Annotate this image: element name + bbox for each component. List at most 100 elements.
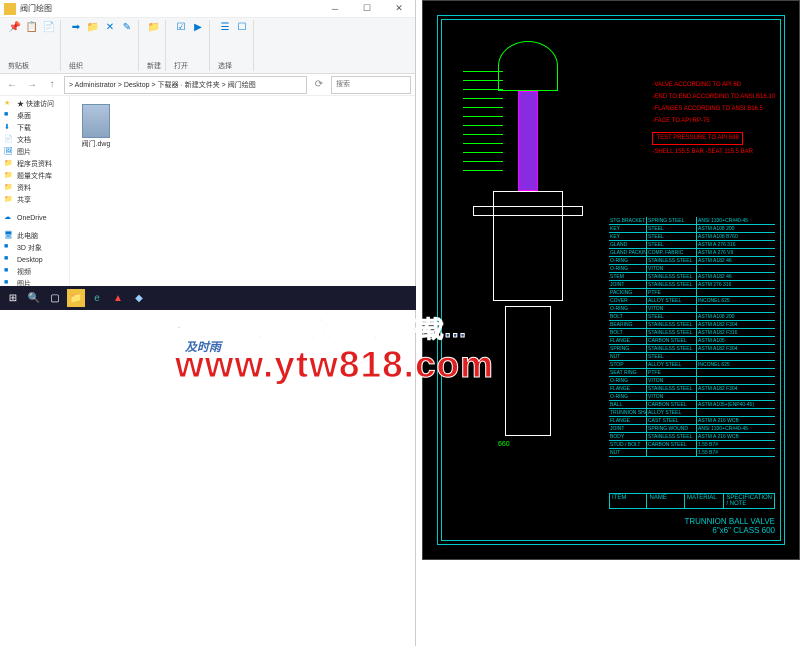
sidebar-item[interactable]: ■桌面 xyxy=(2,110,67,122)
up-button[interactable]: ↑ xyxy=(44,77,60,93)
ribbon-clipboard: 📌 📋 📄 剪贴板 xyxy=(4,20,61,71)
valve-drawing: 660 xyxy=(463,31,593,491)
sidebar-item[interactable]: ■视频 xyxy=(2,266,67,278)
bom-row: STOPALLOY STEELINCONEL 625 xyxy=(609,361,775,369)
nav-sidebar: ★★ 快速访问 ■桌面 ⬇下载 📄文档 🖼图片 📁程序员资料 📁题量文件库 📁资… xyxy=(0,96,70,296)
bom-row: BEARINGSTAINLESS STEELASTM A182 F304 xyxy=(609,321,775,329)
bom-row: O-RINGVITON xyxy=(609,377,775,385)
bom-row: NUTSTEEL xyxy=(609,353,775,361)
drawing-subtitle: 6"x6" CLASS 600 xyxy=(684,526,775,535)
note-line: -FLANGES ACCORDING TO ANSI B16.5 xyxy=(652,105,775,114)
task-view-icon[interactable]: ▢ xyxy=(46,289,64,307)
file-item[interactable]: 阀门.dwg xyxy=(78,104,114,149)
valve-handwheel xyxy=(498,41,558,91)
window-titlebar: 阀门绘图 ─ ☐ ✕ xyxy=(0,0,415,18)
bom-row: KEYSTEELASTM A108 B760 xyxy=(609,233,775,241)
bom-col-item: ITEM xyxy=(610,494,647,508)
rename-icon[interactable]: ✎ xyxy=(120,20,134,34)
new-folder-icon[interactable]: 📁 xyxy=(147,20,161,34)
ribbon-open: ☑ ▶ 打开 xyxy=(170,20,210,71)
open-icon[interactable]: ▶ xyxy=(191,20,205,34)
bom-row: KEYSTEELASTM A108 200 xyxy=(609,225,775,233)
bom-col-material: MATERIAL xyxy=(685,494,724,508)
breadcrumb[interactable]: > Administrator > Desktop > 下载器 · 新建文件夹 … xyxy=(64,76,307,94)
valve-lower-body xyxy=(505,306,551,436)
sidebar-item[interactable]: ⬇下载 xyxy=(2,122,67,134)
refresh-button[interactable]: ⟳ xyxy=(311,77,327,93)
sidebar-onedrive[interactable]: ☁OneDrive xyxy=(2,212,67,224)
minimize-button[interactable]: ─ xyxy=(323,2,347,16)
maximize-button[interactable]: ☐ xyxy=(355,2,379,16)
sidebar-item[interactable]: 📁程序员资料 xyxy=(2,158,67,170)
file-explorer-window: 阀门绘图 ─ ☐ ✕ 📌 📋 📄 剪贴板 ➡ 📁 ✕ xyxy=(0,0,415,310)
start-button[interactable]: ⊞ xyxy=(4,289,22,307)
delete-icon[interactable]: ✕ xyxy=(103,20,117,34)
test-line: -SHELL 155.5 BAR -SEAT 115.5 BAR xyxy=(652,148,775,157)
bom-row: SPRINGSTAINLESS STEELASTM A182 F304 xyxy=(609,345,775,353)
edge-icon[interactable]: e xyxy=(88,289,106,307)
bom-row: BOLTSTAINLESS STEELASTM A182 F316 xyxy=(609,329,775,337)
app-icon[interactable]: ◆ xyxy=(130,289,148,307)
app-icon[interactable]: ▲ xyxy=(109,289,127,307)
ribbon-new: 📁 新建 xyxy=(143,20,166,71)
copy-icon[interactable]: 📋 xyxy=(25,20,39,34)
properties-icon[interactable]: ☑ xyxy=(174,20,188,34)
sidebar-item[interactable]: ■3D 对象 xyxy=(2,242,67,254)
drawing-title: TRUNNION BALL VALVE xyxy=(684,517,775,526)
note-line: -VALVE ACCORDING TO API 6D xyxy=(652,81,775,90)
sidebar-item[interactable]: 📄文档 xyxy=(2,134,67,146)
bom-row: O-RINGVITON xyxy=(609,265,775,273)
file-list-area[interactable]: 阀门.dwg xyxy=(70,96,415,296)
close-button[interactable]: ✕ xyxy=(387,2,411,16)
valve-stem xyxy=(518,91,538,191)
drawing-notes: -VALVE ACCORDING TO API 6D -END TO END A… xyxy=(652,81,775,160)
bom-row: O-RINGSTAINLESS STEELASTM A182 46 xyxy=(609,257,775,265)
bom-row: STEMSTAINLESS STEELASTM A182 46 xyxy=(609,273,775,281)
sidebar-quick-access[interactable]: ★★ 快速访问 xyxy=(2,98,67,110)
bom-row: SEAT RINGPTFE xyxy=(609,369,775,377)
window-title: 阀门绘图 xyxy=(20,3,323,14)
sidebar-item[interactable]: 📁资料 xyxy=(2,182,67,194)
bom-row: JOINTSPRING WOUNDANSI 1330+CR#40-45 xyxy=(609,425,775,433)
folder-icon xyxy=(4,3,16,15)
bom-row: COVERALLOY STEELINCONEL 625 xyxy=(609,297,775,305)
bom-row: JOINTSTAINLESS STEELASTM 276 316 xyxy=(609,281,775,289)
search-input[interactable] xyxy=(331,76,411,94)
explorer-panel: 阀门绘图 ─ ☐ ✕ 📌 📋 📄 剪贴板 ➡ 📁 ✕ xyxy=(0,0,416,646)
select-none-icon[interactable]: ☐ xyxy=(235,20,249,34)
bom-row: BALLCARBON STEELASTM A105+(ENP40-45) xyxy=(609,401,775,409)
bom-row: STUD / BOLTCARBON STEEL1.55 B7# xyxy=(609,441,775,449)
test-pressure-box: TEST PRESSURE TO API 598 xyxy=(652,132,742,145)
leader-lines xyxy=(463,71,503,179)
search-icon[interactable]: 🔍 xyxy=(25,289,43,307)
dwg-file-icon xyxy=(82,104,110,138)
bom-row: GLAND PACKINGCOMP. FABRICASTM A 276 VII xyxy=(609,249,775,257)
explorer-body: ★★ 快速访问 ■桌面 ⬇下载 📄文档 🖼图片 📁程序员资料 📁题量文件库 📁资… xyxy=(0,96,415,296)
bom-header-row: ITEM NAME MATERIAL SPECIFICATION / NOTE xyxy=(609,493,775,509)
back-button[interactable]: ← xyxy=(4,77,20,93)
note-line: -END TO END ACCORDING TO ANSI B16.10 xyxy=(652,93,775,102)
select-all-icon[interactable]: ☰ xyxy=(218,20,232,34)
cad-drawing-area[interactable]: 660 -VALVE ACCORDING TO API 6D -END TO E… xyxy=(423,1,799,559)
bom-col-name: NAME xyxy=(647,494,684,508)
bom-row: FLANGESTAINLESS STEELASTM A182 F304 xyxy=(609,385,775,393)
sidebar-item[interactable]: ■Desktop xyxy=(2,254,67,266)
sidebar-item[interactable]: 📁共享 xyxy=(2,194,67,206)
forward-button[interactable]: → xyxy=(24,77,40,93)
ribbon-toolbar: 📌 📋 📄 剪贴板 ➡ 📁 ✕ ✎ 组织 📁 新建 xyxy=(0,18,415,74)
sidebar-item[interactable]: 🖼图片 xyxy=(2,146,67,158)
bom-row: NUT1.55 B7# xyxy=(609,449,775,457)
drawing-title-block: TRUNNION BALL VALVE 6"x6" CLASS 600 xyxy=(684,517,775,535)
move-icon[interactable]: ➡ xyxy=(69,20,83,34)
pin-icon[interactable]: 📌 xyxy=(8,20,22,34)
bom-row: TRUNNION SHAFTALLOY STEEL xyxy=(609,409,775,417)
copy-to-icon[interactable]: 📁 xyxy=(86,20,100,34)
ribbon-select: ☰ ☐ 选择 xyxy=(214,20,254,71)
bom-row: O-RINGVITON xyxy=(609,305,775,313)
sidebar-item[interactable]: 📁题量文件库 xyxy=(2,170,67,182)
explorer-taskbar-icon[interactable]: 📁 xyxy=(67,289,85,307)
paste-icon[interactable]: 📄 xyxy=(42,20,56,34)
file-label: 阀门.dwg xyxy=(82,139,111,149)
note-line: -FACE TO API RP-75 xyxy=(652,117,775,126)
sidebar-this-pc[interactable]: 🖥此电脑 xyxy=(2,230,67,242)
